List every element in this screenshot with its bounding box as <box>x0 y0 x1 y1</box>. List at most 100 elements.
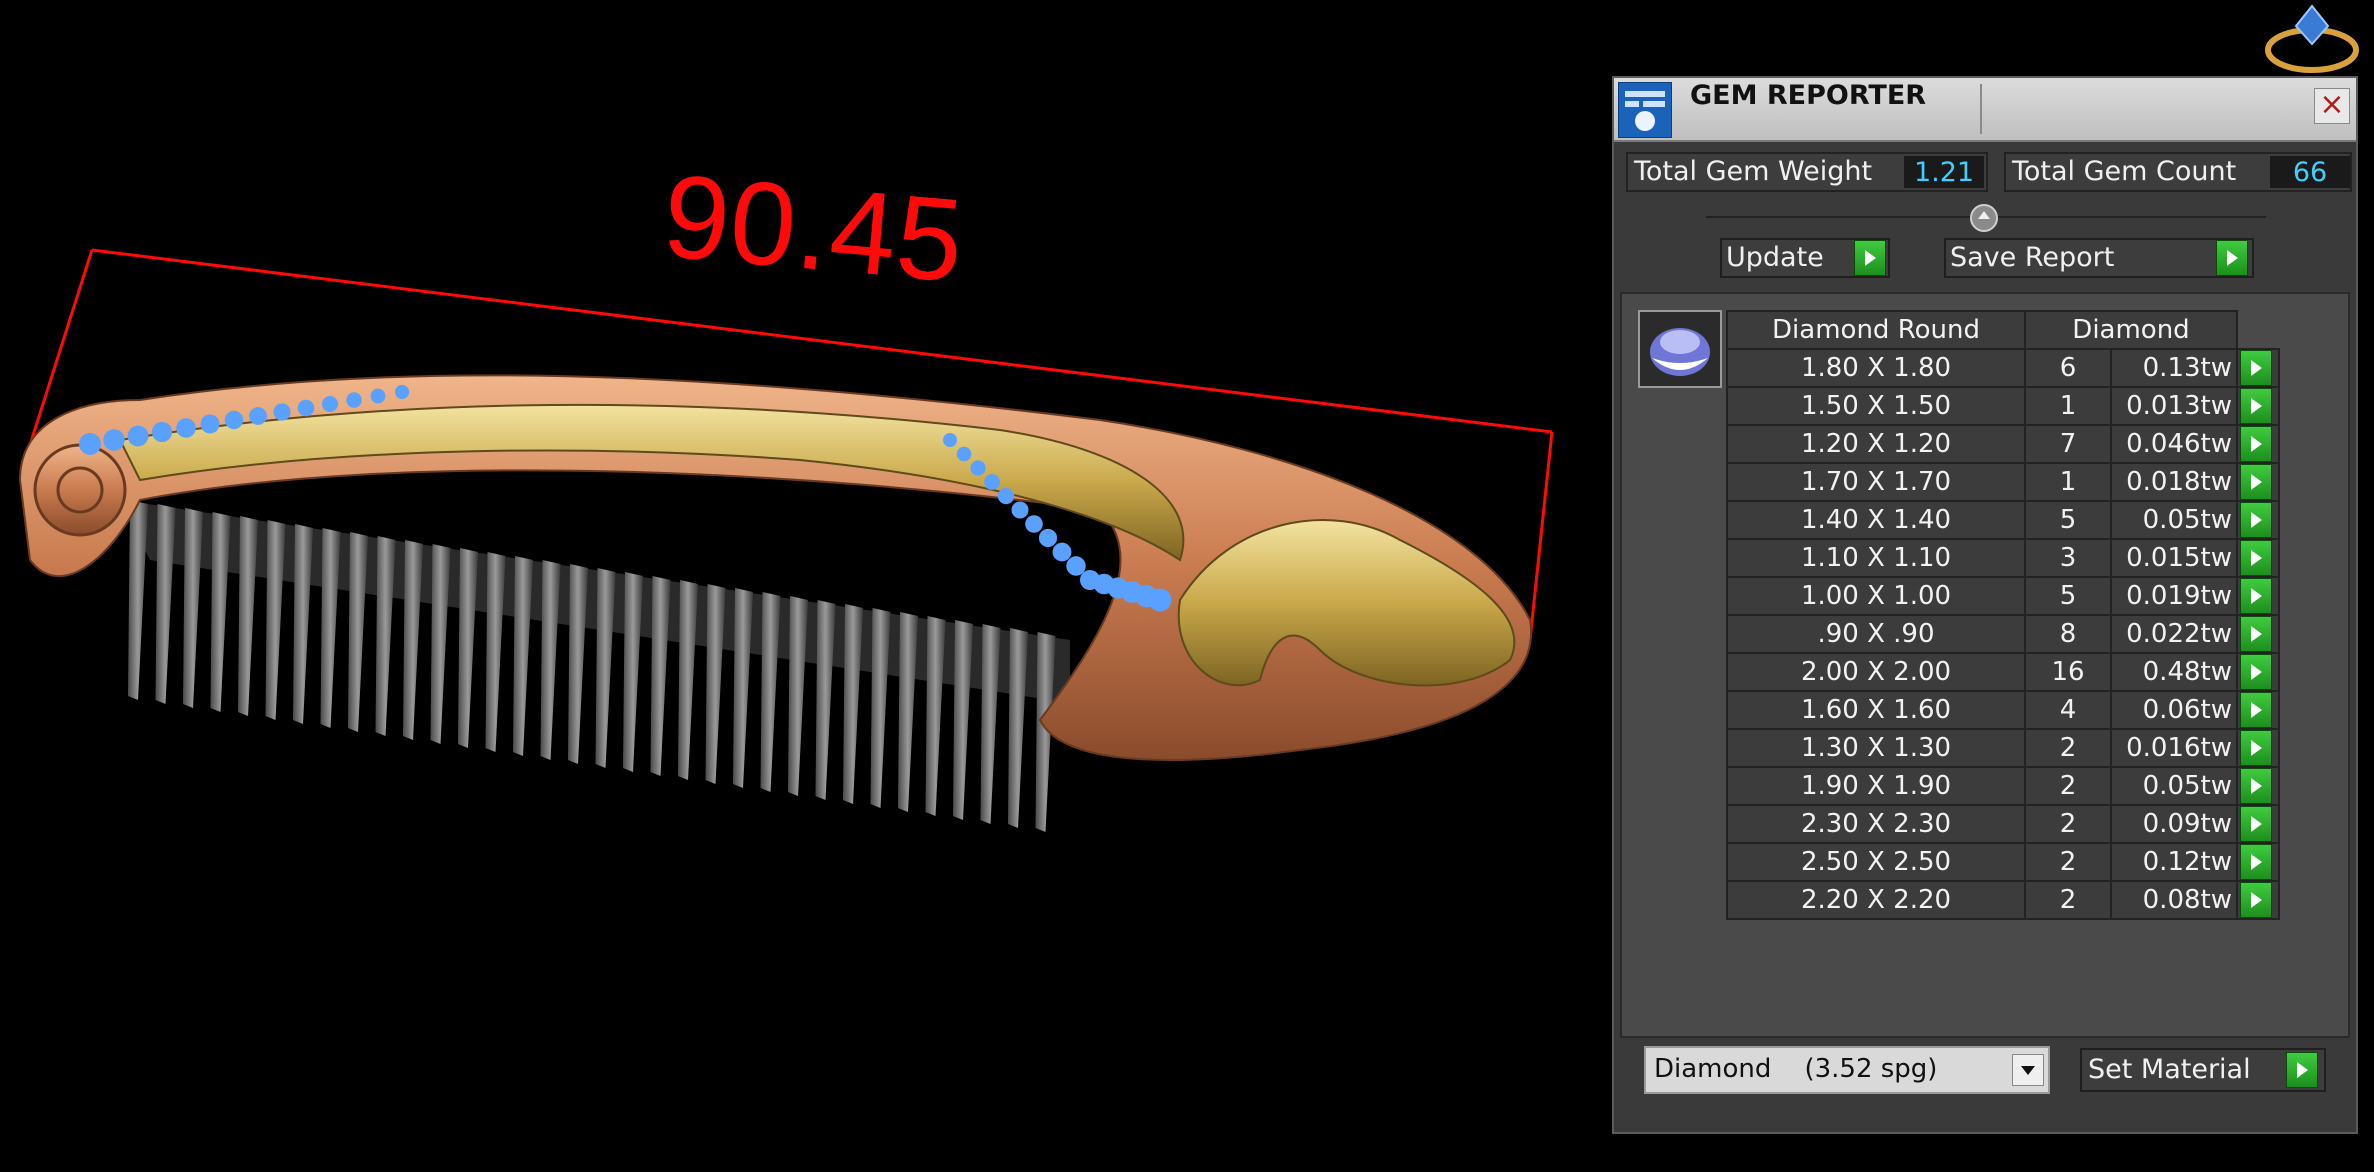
comb-tooth <box>430 544 451 744</box>
play-icon[interactable] <box>2216 240 2248 276</box>
table-row[interactable]: 1.30 X 1.30 2 0.016tw <box>1726 728 2280 768</box>
chevron-down-icon[interactable] <box>2012 1054 2044 1086</box>
gem-count: 7 <box>2024 424 2112 464</box>
panel-titlebar[interactable]: GEM REPORTER × <box>1614 78 2356 142</box>
play-icon[interactable] <box>2240 768 2272 804</box>
gem-count: 1 <box>2024 386 2112 426</box>
gem-weight: 0.12tw <box>2110 842 2238 882</box>
play-icon[interactable] <box>2240 350 2272 386</box>
comb-tooth <box>953 620 973 820</box>
row-select-button[interactable] <box>2236 614 2280 654</box>
gem-weight: 0.48tw <box>2110 652 2238 692</box>
blue-gem <box>943 433 957 447</box>
comb-tooth <box>1008 628 1028 828</box>
play-icon[interactable] <box>2240 692 2272 728</box>
gem-size: 1.80 X 1.80 <box>1726 348 2026 388</box>
blue-gem <box>1038 528 1058 548</box>
table-row[interactable]: 1.50 X 1.50 1 0.013tw <box>1726 386 2280 426</box>
table-row[interactable]: 1.80 X 1.80 6 0.13tw <box>1726 348 2280 388</box>
gem-count: 16 <box>2024 652 2112 692</box>
comb-tooth <box>183 508 203 708</box>
play-icon[interactable] <box>2240 654 2272 690</box>
title-separator <box>1980 84 1982 134</box>
save-report-button[interactable]: Save Report <box>1944 238 2254 278</box>
play-icon[interactable] <box>1854 240 1886 276</box>
row-select-button[interactable] <box>2236 576 2280 616</box>
table-row[interactable]: 1.90 X 1.90 2 0.05tw <box>1726 766 2280 806</box>
table-row[interactable]: .90 X .90 8 0.022tw <box>1726 614 2280 654</box>
blue-gem <box>127 425 149 447</box>
row-select-button[interactable] <box>2236 842 2280 882</box>
blue-gem <box>984 474 1000 490</box>
collapse-icon[interactable] <box>1970 204 1998 232</box>
play-icon[interactable] <box>2240 806 2272 842</box>
dimension-value: 90.45 <box>658 149 969 308</box>
row-select-button[interactable] <box>2236 500 2280 540</box>
gem-count: 2 <box>2024 842 2112 882</box>
set-material-button[interactable]: Set Material <box>2080 1048 2326 1092</box>
row-select-button[interactable] <box>2236 880 2280 920</box>
blue-gem <box>1148 588 1172 612</box>
play-icon[interactable] <box>2240 578 2272 614</box>
table-row[interactable]: 1.60 X 1.60 4 0.06tw <box>1726 690 2280 730</box>
play-icon[interactable] <box>2240 502 2272 538</box>
update-button[interactable]: Update <box>1720 238 1890 278</box>
app-logo[interactable] <box>2262 0 2362 80</box>
row-select-button[interactable] <box>2236 538 2280 578</box>
blue-gem <box>346 392 362 408</box>
row-select-button[interactable] <box>2236 728 2280 768</box>
close-icon[interactable]: × <box>2314 88 2350 124</box>
blue-gem <box>79 433 101 455</box>
3d-viewport[interactable]: 90.45 <box>0 0 1600 1172</box>
row-select-button[interactable] <box>2236 766 2280 806</box>
table-row[interactable]: 1.40 X 1.40 5 0.05tw <box>1726 500 2280 540</box>
table-row[interactable]: 2.20 X 2.20 2 0.08tw <box>1726 880 2280 920</box>
gem-table: Diamond Round Diamond 1.80 X 1.80 6 0.13tw… <box>1726 310 2280 920</box>
comb-tooth <box>375 536 396 736</box>
play-icon[interactable] <box>2240 426 2272 462</box>
play-icon[interactable] <box>2240 464 2272 500</box>
comb-tooth <box>485 552 506 752</box>
play-icon[interactable] <box>2240 540 2272 576</box>
gem-weight: 0.05tw <box>2110 766 2238 806</box>
table-row[interactable]: 1.70 X 1.70 1 0.018tw <box>1726 462 2280 502</box>
comb-tooth <box>650 576 671 776</box>
row-select-button[interactable] <box>2236 690 2280 730</box>
panel-title: GEM REPORTER <box>1690 80 1927 111</box>
play-icon[interactable] <box>2286 1052 2318 1088</box>
blue-gem <box>1066 556 1086 576</box>
comb-tooth <box>980 624 1001 824</box>
comb-tooth <box>320 528 341 728</box>
play-icon[interactable] <box>2240 730 2272 766</box>
play-icon[interactable] <box>2240 882 2272 918</box>
gem-weight: 0.06tw <box>2110 690 2238 730</box>
table-row[interactable]: 1.20 X 1.20 7 0.046tw <box>1726 424 2280 464</box>
play-icon[interactable] <box>2240 844 2272 880</box>
row-select-button[interactable] <box>2236 386 2280 426</box>
gem-size: 2.20 X 2.20 <box>1726 880 2026 920</box>
table-row[interactable]: 2.50 X 2.50 2 0.12tw <box>1726 842 2280 882</box>
gem-count: 4 <box>2024 690 2112 730</box>
gem-size: 2.30 X 2.30 <box>1726 804 2026 844</box>
row-select-button[interactable] <box>2236 424 2280 464</box>
row-select-button[interactable] <box>2236 348 2280 388</box>
diamond-round-icon[interactable] <box>1638 310 1722 388</box>
table-row[interactable]: 1.00 X 1.00 5 0.019tw <box>1726 576 2280 616</box>
table-row[interactable]: 2.30 X 2.30 2 0.09tw <box>1726 804 2280 844</box>
comb-tooth <box>623 572 643 772</box>
gem-weight: 0.019tw <box>2110 576 2238 616</box>
row-select-button[interactable] <box>2236 462 2280 502</box>
total-weight-label: Total Gem Weight <box>1634 156 1873 187</box>
comb-tooth <box>870 608 891 808</box>
total-count-box: Total Gem Count 66 <box>2004 152 2352 192</box>
table-row[interactable]: 1.10 X 1.10 3 0.015tw <box>1726 538 2280 578</box>
table-row[interactable]: 2.00 X 2.00 16 0.48tw <box>1726 652 2280 692</box>
row-select-button[interactable] <box>2236 804 2280 844</box>
comb-tooth <box>403 540 423 740</box>
blue-gem <box>997 487 1015 505</box>
comb-tooth <box>513 556 533 756</box>
row-select-button[interactable] <box>2236 652 2280 692</box>
play-icon[interactable] <box>2240 388 2272 424</box>
material-dropdown[interactable]: Diamond (3.52 spg) <box>1644 1046 2050 1094</box>
play-icon[interactable] <box>2240 616 2272 652</box>
